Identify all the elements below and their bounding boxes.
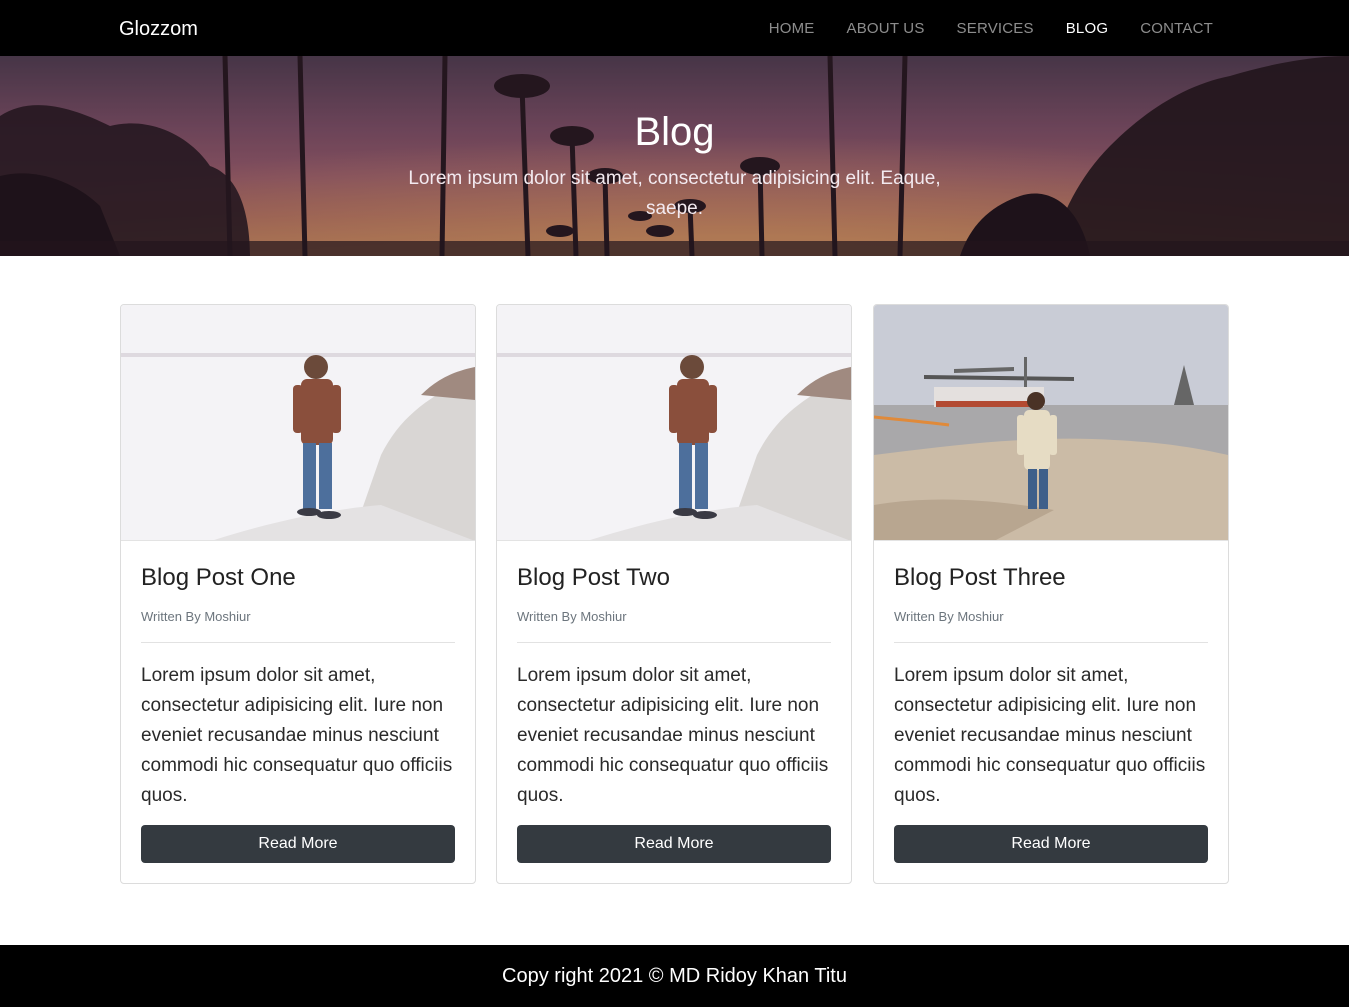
- person-on-shore-photo: [121, 305, 475, 540]
- blog-card: Blog Post Three Written By Moshiur Lorem…: [873, 304, 1229, 884]
- blog-post-image: [874, 305, 1228, 541]
- divider: [894, 642, 1208, 643]
- blog-post-title[interactable]: Blog Post Two: [517, 561, 670, 595]
- blog-post-title[interactable]: Blog Post One: [141, 561, 296, 595]
- hero-subtitle: Lorem ipsum dolor sit amet, consectetur …: [408, 168, 941, 219]
- blog-post-excerpt: Lorem ipsum dolor sit amet, consectetur …: [894, 665, 1206, 806]
- nav-link-contact[interactable]: CONTACT: [1140, 17, 1213, 41]
- footer: Copy right 2021 © MD Ridoy Khan Titu: [0, 945, 1349, 1007]
- blog-post-author: Written By Moshiur: [141, 609, 251, 624]
- brand-logo[interactable]: Glozzom: [119, 16, 198, 42]
- divider: [141, 642, 455, 643]
- divider: [517, 642, 831, 643]
- blog-post-image: [497, 305, 851, 541]
- blog-post-author: Written By Moshiur: [517, 609, 627, 624]
- nav-link-services[interactable]: SERVICES: [957, 17, 1034, 41]
- navbar: Glozzom HOME ABOUT US SERVICES BLOG CONT…: [0, 0, 1349, 56]
- blog-post-excerpt: Lorem ipsum dolor sit amet, consectetur …: [141, 665, 453, 806]
- nav-link-about-us[interactable]: ABOUT US: [847, 17, 925, 41]
- nav-link-home[interactable]: HOME: [769, 17, 815, 41]
- nav-link-blog[interactable]: BLOG: [1066, 17, 1108, 41]
- hero-banner: Blog Lorem ipsum dolor sit amet, consect…: [0, 56, 1349, 256]
- blog-post-author: Written By Moshiur: [894, 609, 1004, 624]
- read-more-button[interactable]: Read More: [141, 825, 455, 863]
- blog-post-title[interactable]: Blog Post Three: [894, 561, 1066, 595]
- blog-card: Blog Post Two Written By Moshiur Lorem i…: [496, 304, 852, 884]
- copyright-text: Copy right 2021 © MD Ridoy Khan Titu: [502, 965, 847, 987]
- blog-post-image: [121, 305, 475, 541]
- person-at-river-photo: [874, 305, 1228, 540]
- read-more-button[interactable]: Read More: [517, 825, 831, 863]
- blog-card: Blog Post One Written By Moshiur Lorem i…: [120, 304, 476, 884]
- page-title: Blog: [634, 110, 715, 154]
- read-more-button[interactable]: Read More: [894, 825, 1208, 863]
- nav-menu: HOME ABOUT US SERVICES BLOG CONTACT: [737, 17, 1213, 41]
- person-on-shore-photo: [497, 305, 851, 540]
- hero-overlay: [0, 56, 1349, 256]
- blog-post-excerpt: Lorem ipsum dolor sit amet, consectetur …: [517, 665, 829, 806]
